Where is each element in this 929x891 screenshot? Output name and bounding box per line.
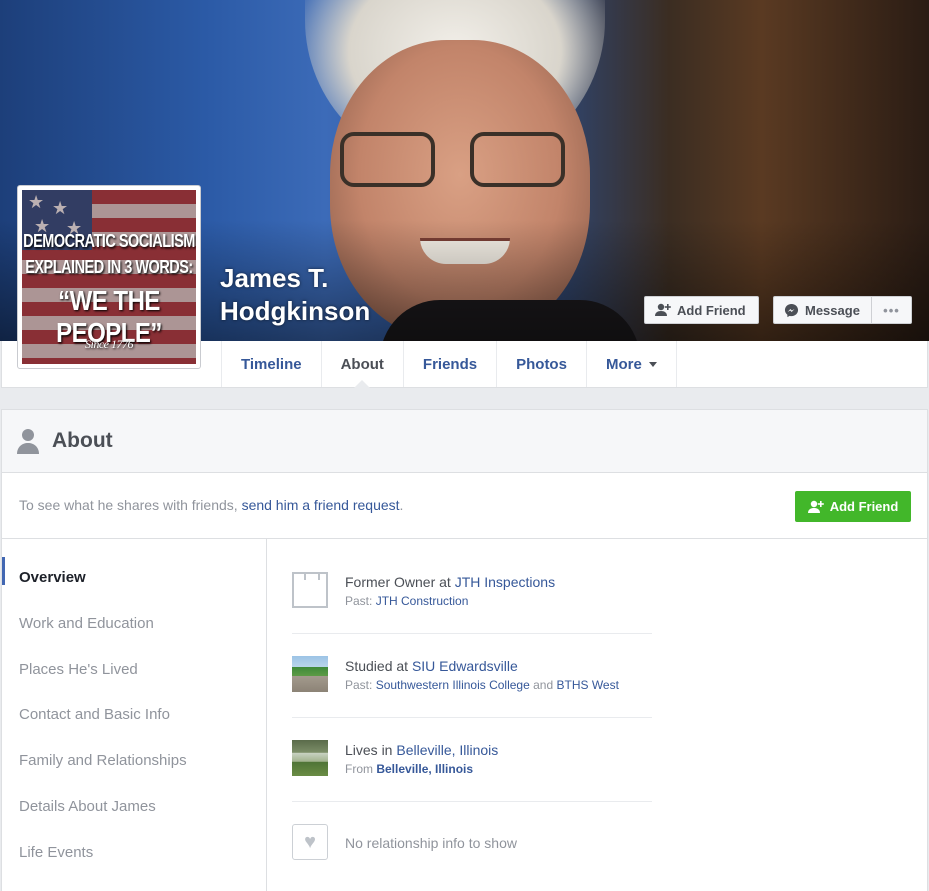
divider xyxy=(292,717,652,718)
tab-more-label: More xyxy=(605,355,642,373)
sidebar-item-work-education[interactable]: Work and Education xyxy=(19,615,154,632)
message-button[interactable]: Message xyxy=(773,296,872,324)
add-friend-green-button[interactable]: Add Friend xyxy=(795,491,911,522)
overview-education-entry: Studied at SIU Edwardsville Past: Southw… xyxy=(292,656,652,696)
about-section: About To see what he shares with friends… xyxy=(1,409,928,891)
work-link[interactable]: JTH Inspections xyxy=(455,574,555,590)
tab-more[interactable]: More xyxy=(585,341,677,387)
about-header: About xyxy=(2,410,927,473)
city-photo-icon[interactable] xyxy=(292,740,328,776)
caret-down-icon xyxy=(648,361,657,367)
hometown-link[interactable]: Belleville, Illinois xyxy=(376,762,473,776)
add-friend-green-label: Add Friend xyxy=(829,499,899,514)
person-icon xyxy=(17,429,39,454)
overview-work-entry: Former Owner at JTH Inspections Past: JT… xyxy=(292,572,652,612)
messenger-icon xyxy=(784,303,799,317)
add-friend-icon xyxy=(655,303,671,316)
current-city-link[interactable]: Belleville, Illinois xyxy=(396,742,498,758)
sidebar-item-family-relationships[interactable]: Family and Relationships xyxy=(19,752,187,769)
tab-friends[interactable]: Friends xyxy=(402,341,496,387)
about-sidebar: Overview Work and Education Places He's … xyxy=(2,539,267,891)
sidebar-item-contact-info[interactable]: Contact and Basic Info xyxy=(19,706,170,723)
divider xyxy=(292,801,652,802)
profile-tabs: Timeline About Friends Photos More xyxy=(221,341,677,388)
profile-picture-image: ★ ★ ★ ★ DEMOCRATIC SOCIALISM EXPLAINED IN 3… xyxy=(22,190,196,364)
overview-relationship-entry: ♥ No relationship info to show xyxy=(292,824,652,864)
add-friend-label: Add Friend xyxy=(677,302,746,318)
tab-photos[interactable]: Photos xyxy=(496,341,586,387)
notice-text: To see what he shares with friends, send… xyxy=(19,497,404,513)
picture-text-line1: DEMOCRATIC SOCIALISM xyxy=(23,231,195,253)
heart-icon: ♥ xyxy=(292,824,328,860)
past-work-link[interactable]: JTH Construction xyxy=(376,594,469,608)
active-indicator xyxy=(2,557,5,585)
cover-glasses-shape xyxy=(340,132,570,192)
friend-request-notice: To see what he shares with friends, send… xyxy=(2,473,927,539)
overview-lives-entry: Lives in Belleville, Illinois From Belle… xyxy=(292,740,652,780)
profile-name[interactable]: James T. Hodgkinson xyxy=(220,262,480,328)
divider xyxy=(292,633,652,634)
send-friend-request-link[interactable]: send him a friend request xyxy=(242,497,400,513)
sidebar-item-overview[interactable]: Overview xyxy=(19,569,86,586)
picture-text-line4: Since 1776 xyxy=(85,337,134,351)
school-link[interactable]: SIU Edwardsville xyxy=(412,658,518,674)
sidebar-item-life-events[interactable]: Life Events xyxy=(19,844,93,861)
profile-picture[interactable]: ★ ★ ★ ★ DEMOCRATIC SOCIALISM EXPLAINED IN 3… xyxy=(17,185,201,369)
add-friend-icon xyxy=(807,500,824,513)
tab-timeline[interactable]: Timeline xyxy=(221,341,321,387)
more-options-button[interactable]: ••• xyxy=(871,296,912,324)
relationship-text: No relationship info to show xyxy=(345,835,517,851)
sidebar-item-details[interactable]: Details About James xyxy=(19,798,156,815)
briefcase-icon xyxy=(292,572,328,608)
add-friend-button[interactable]: Add Friend xyxy=(644,296,759,324)
picture-text-line2: EXPLAINED IN 3 WORDS: xyxy=(25,257,193,279)
school-photo-icon[interactable] xyxy=(292,656,328,692)
past-school-link-1[interactable]: Southwestern Illinois College xyxy=(376,678,530,692)
tab-about[interactable]: About xyxy=(320,341,403,388)
about-title: About xyxy=(52,429,113,452)
message-label: Message xyxy=(805,302,860,318)
past-school-link-2[interactable]: BTHS West xyxy=(556,678,618,692)
about-body: Overview Work and Education Places He's … xyxy=(2,539,927,891)
sidebar-item-places-lived[interactable]: Places He's Lived xyxy=(19,661,138,678)
